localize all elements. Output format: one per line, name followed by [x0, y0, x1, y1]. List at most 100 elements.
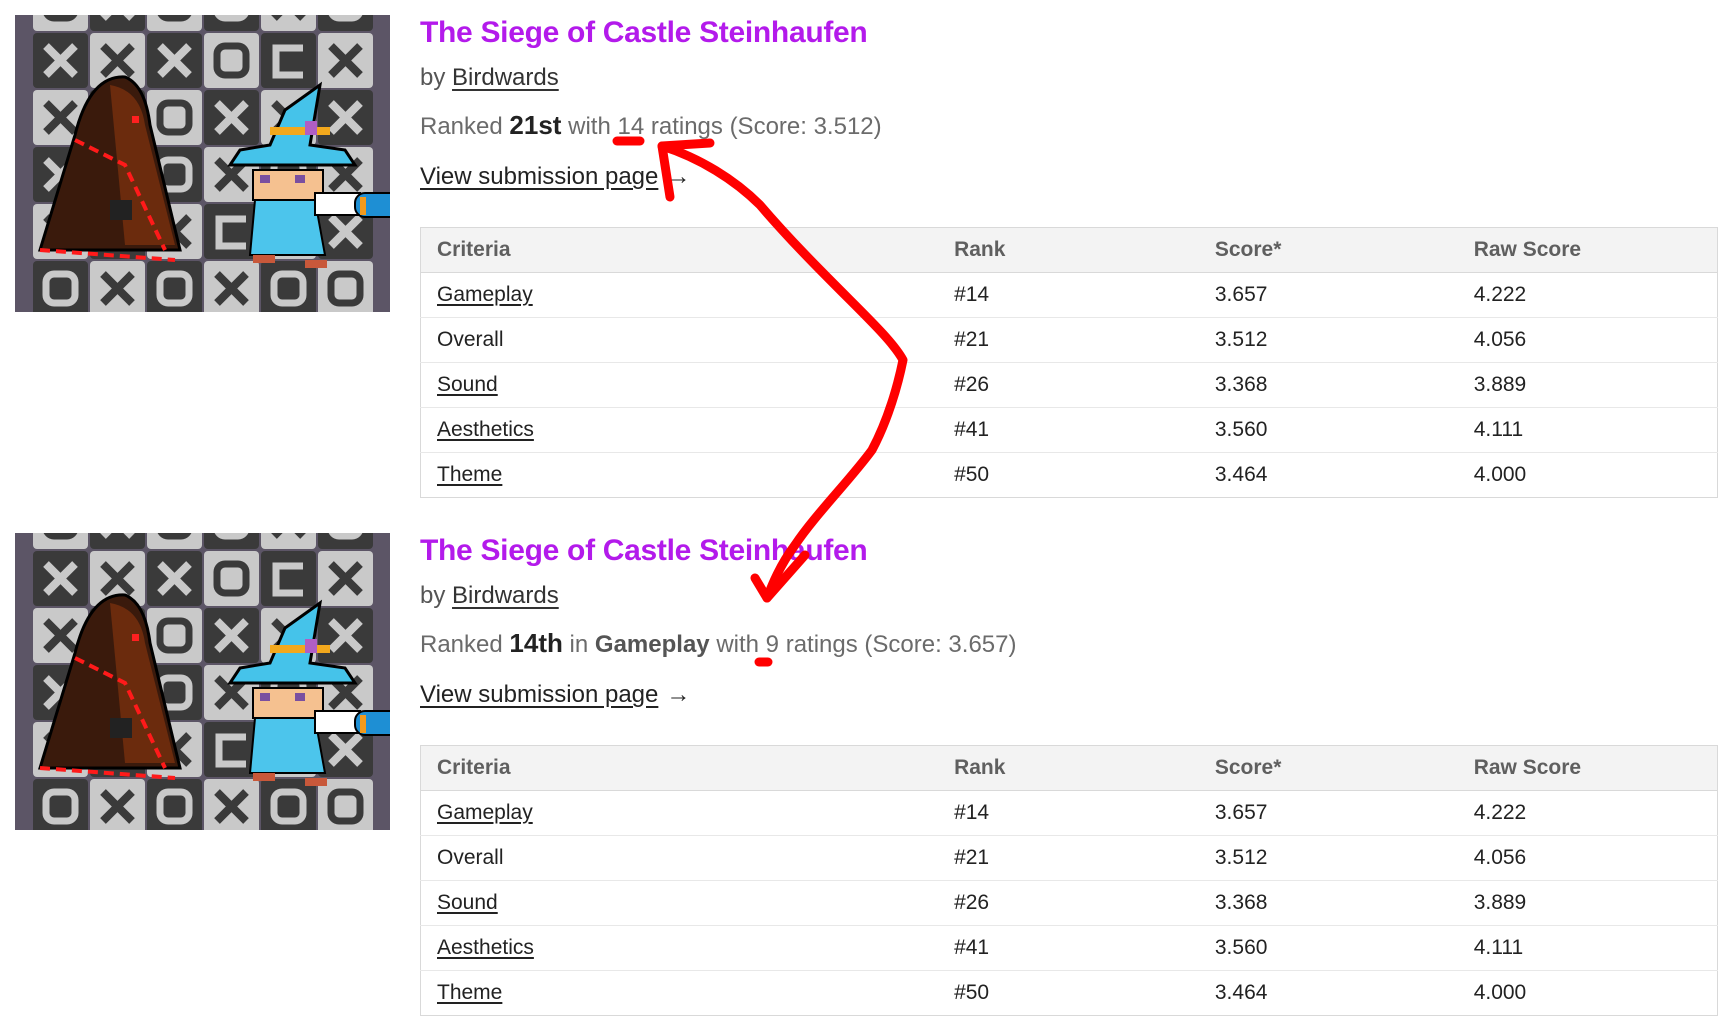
rank-cell: #21: [938, 835, 1199, 881]
score-cell: 3.657: [1198, 790, 1458, 836]
table-header-row: Criteria Rank Score* Raw Score: [420, 745, 1718, 791]
column-header-criteria: Criteria: [420, 227, 939, 273]
game-thumbnail[interactable]: [15, 533, 390, 830]
table-row: Theme #50 3.464 4.000: [421, 453, 1718, 498]
author-link[interactable]: Birdwards: [452, 64, 559, 91]
view-submission-link[interactable]: View submission page: [420, 681, 658, 708]
pixel-art-image: [15, 15, 390, 312]
table-body: Gameplay #14 3.657 4.222 Overall #21 3.512 4.05…: [420, 790, 1718, 1016]
game-thumbnail[interactable]: [15, 15, 390, 312]
criteria-cell: Gameplay: [420, 272, 939, 318]
rank-cell: #50: [954, 463, 990, 486]
ranking-summary: Ranked 21st with 14 ratings (Score: 3.51…: [420, 110, 882, 141]
table-row: Overall #21 3.512 4.056: [420, 317, 1718, 363]
category-name: Gameplay: [594, 631, 710, 658]
score-cell: 3.560: [1198, 407, 1458, 453]
criteria-cell: Gameplay: [420, 790, 939, 836]
ranked-prefix: Ranked: [420, 113, 503, 140]
table-row: Gameplay #14 3.657 4.222: [420, 790, 1718, 836]
rank-cell: #26: [938, 362, 1199, 408]
criteria-cell: Sound: [420, 880, 939, 926]
raw-score-cell: 4.056: [1457, 835, 1718, 881]
game-title-link[interactable]: The Siege of Castle Steinhaufen: [420, 534, 868, 568]
rank-cell: #21: [938, 317, 1199, 363]
column-header-raw-score: Raw Score: [1457, 745, 1718, 791]
view-submission-link[interactable]: View submission page: [420, 163, 658, 190]
score-cell: 3.368: [1198, 362, 1458, 408]
score-cell: 3.464: [1214, 981, 1268, 1004]
view-submission: View submission page →: [420, 163, 690, 191]
criteria-link-aesthetics[interactable]: Aesthetics: [437, 418, 534, 441]
column-header-rank: Rank: [938, 745, 1199, 791]
by-prefix: by: [420, 582, 446, 609]
criteria-cell: Aesthetics: [420, 925, 939, 971]
rank-value: 21st: [509, 110, 562, 140]
score-cell: 3.512: [1198, 317, 1458, 363]
criteria-link-gameplay[interactable]: Gameplay: [437, 283, 533, 306]
raw-score-cell: 4.000: [1473, 981, 1527, 1004]
by-prefix: by: [420, 64, 446, 91]
rank-cell: #14: [938, 272, 1199, 318]
table-row: Gameplay #14 3.657 4.222: [420, 272, 1718, 318]
rank-cell: #41: [938, 925, 1199, 971]
table-row: Sound #26 3.368 3.889: [420, 880, 1718, 926]
category-prefix: in: [569, 631, 589, 658]
score-cell: 3.464: [1214, 463, 1268, 486]
author-link[interactable]: Birdwards: [452, 582, 559, 609]
ratings-suffix: ratings (Score: 3.512): [650, 113, 882, 140]
rank-cell: #14: [938, 790, 1199, 836]
rank-cell: #41: [938, 407, 1199, 453]
arrow-right-icon: →: [666, 163, 691, 190]
arrow-right-icon: →: [666, 681, 691, 708]
table-row: Sound #26 3.368 3.889: [420, 362, 1718, 408]
column-header-raw-score: Raw Score: [1457, 227, 1718, 273]
table-row: Aesthetics #41 3.560 4.111: [420, 407, 1718, 453]
raw-score-cell: 4.111: [1457, 407, 1718, 453]
column-header-criteria: Criteria: [420, 745, 939, 791]
ratings-count: 9: [765, 631, 780, 658]
ranked-prefix: Ranked: [420, 631, 503, 658]
rank-cell: #50: [954, 981, 990, 1004]
table-body: Gameplay #14 3.657 4.222 Overall #21 3.512 4.05…: [420, 272, 1718, 498]
criteria-table: Criteria Rank Score* Raw Score Gameplay #14 3…: [420, 745, 1718, 1016]
column-header-rank: Rank: [938, 227, 1199, 273]
criteria-link-aesthetics[interactable]: Aesthetics: [437, 936, 534, 959]
table-header-row: Criteria Rank Score* Raw Score: [420, 227, 1718, 273]
criteria-cell: Sound: [420, 362, 939, 408]
criteria-cell: Overall: [420, 835, 939, 881]
column-header-score: Score*: [1198, 227, 1458, 273]
column-header-score: Score*: [1198, 745, 1458, 791]
criteria-link-sound[interactable]: Sound: [437, 373, 498, 396]
score-cell: 3.657: [1198, 272, 1458, 318]
raw-score-cell: 4.000: [1473, 463, 1527, 486]
criteria-link-sound[interactable]: Sound: [437, 891, 498, 914]
criteria-link-gameplay[interactable]: Gameplay: [437, 801, 533, 824]
criteria-table: Criteria Rank Score* Raw Score Gameplay #14 3…: [420, 227, 1718, 498]
with-label: with: [716, 631, 759, 658]
table-row: Overall #21 3.512 4.056: [420, 835, 1718, 881]
table-row: Aesthetics #41 3.560 4.111: [420, 925, 1718, 971]
raw-score-cell: 4.056: [1457, 317, 1718, 363]
raw-score-cell: 3.889: [1457, 880, 1718, 926]
ranking-summary: Ranked 14th in Gameplay with 9 ratings (…: [420, 628, 1016, 659]
criteria-link-theme[interactable]: Theme: [437, 981, 502, 1004]
raw-score-cell: 4.222: [1457, 272, 1718, 318]
category-wrap: in Gameplay: [570, 631, 710, 658]
with-label: with: [568, 113, 611, 140]
criteria-link-theme[interactable]: Theme: [437, 463, 502, 486]
criteria-cell: Overall: [420, 317, 939, 363]
criteria-cell: Theme: [421, 971, 939, 1016]
ratings-suffix: ratings (Score: 3.657): [785, 631, 1017, 658]
raw-score-cell: 4.222: [1457, 790, 1718, 836]
score-cell: 3.368: [1198, 880, 1458, 926]
byline: by Birdwards: [420, 64, 559, 92]
rank-cell: #26: [938, 880, 1199, 926]
game-title-link[interactable]: The Siege of Castle Steinhaufen: [420, 16, 868, 50]
view-submission: View submission page →: [420, 681, 690, 709]
raw-score-cell: 4.111: [1457, 925, 1718, 971]
byline: by Birdwards: [420, 582, 559, 610]
criteria-cell: Theme: [421, 453, 939, 498]
criteria-cell: Aesthetics: [420, 407, 939, 453]
table-row: Theme #50 3.464 4.000: [421, 971, 1718, 1016]
ratings-count: 14: [617, 113, 645, 140]
